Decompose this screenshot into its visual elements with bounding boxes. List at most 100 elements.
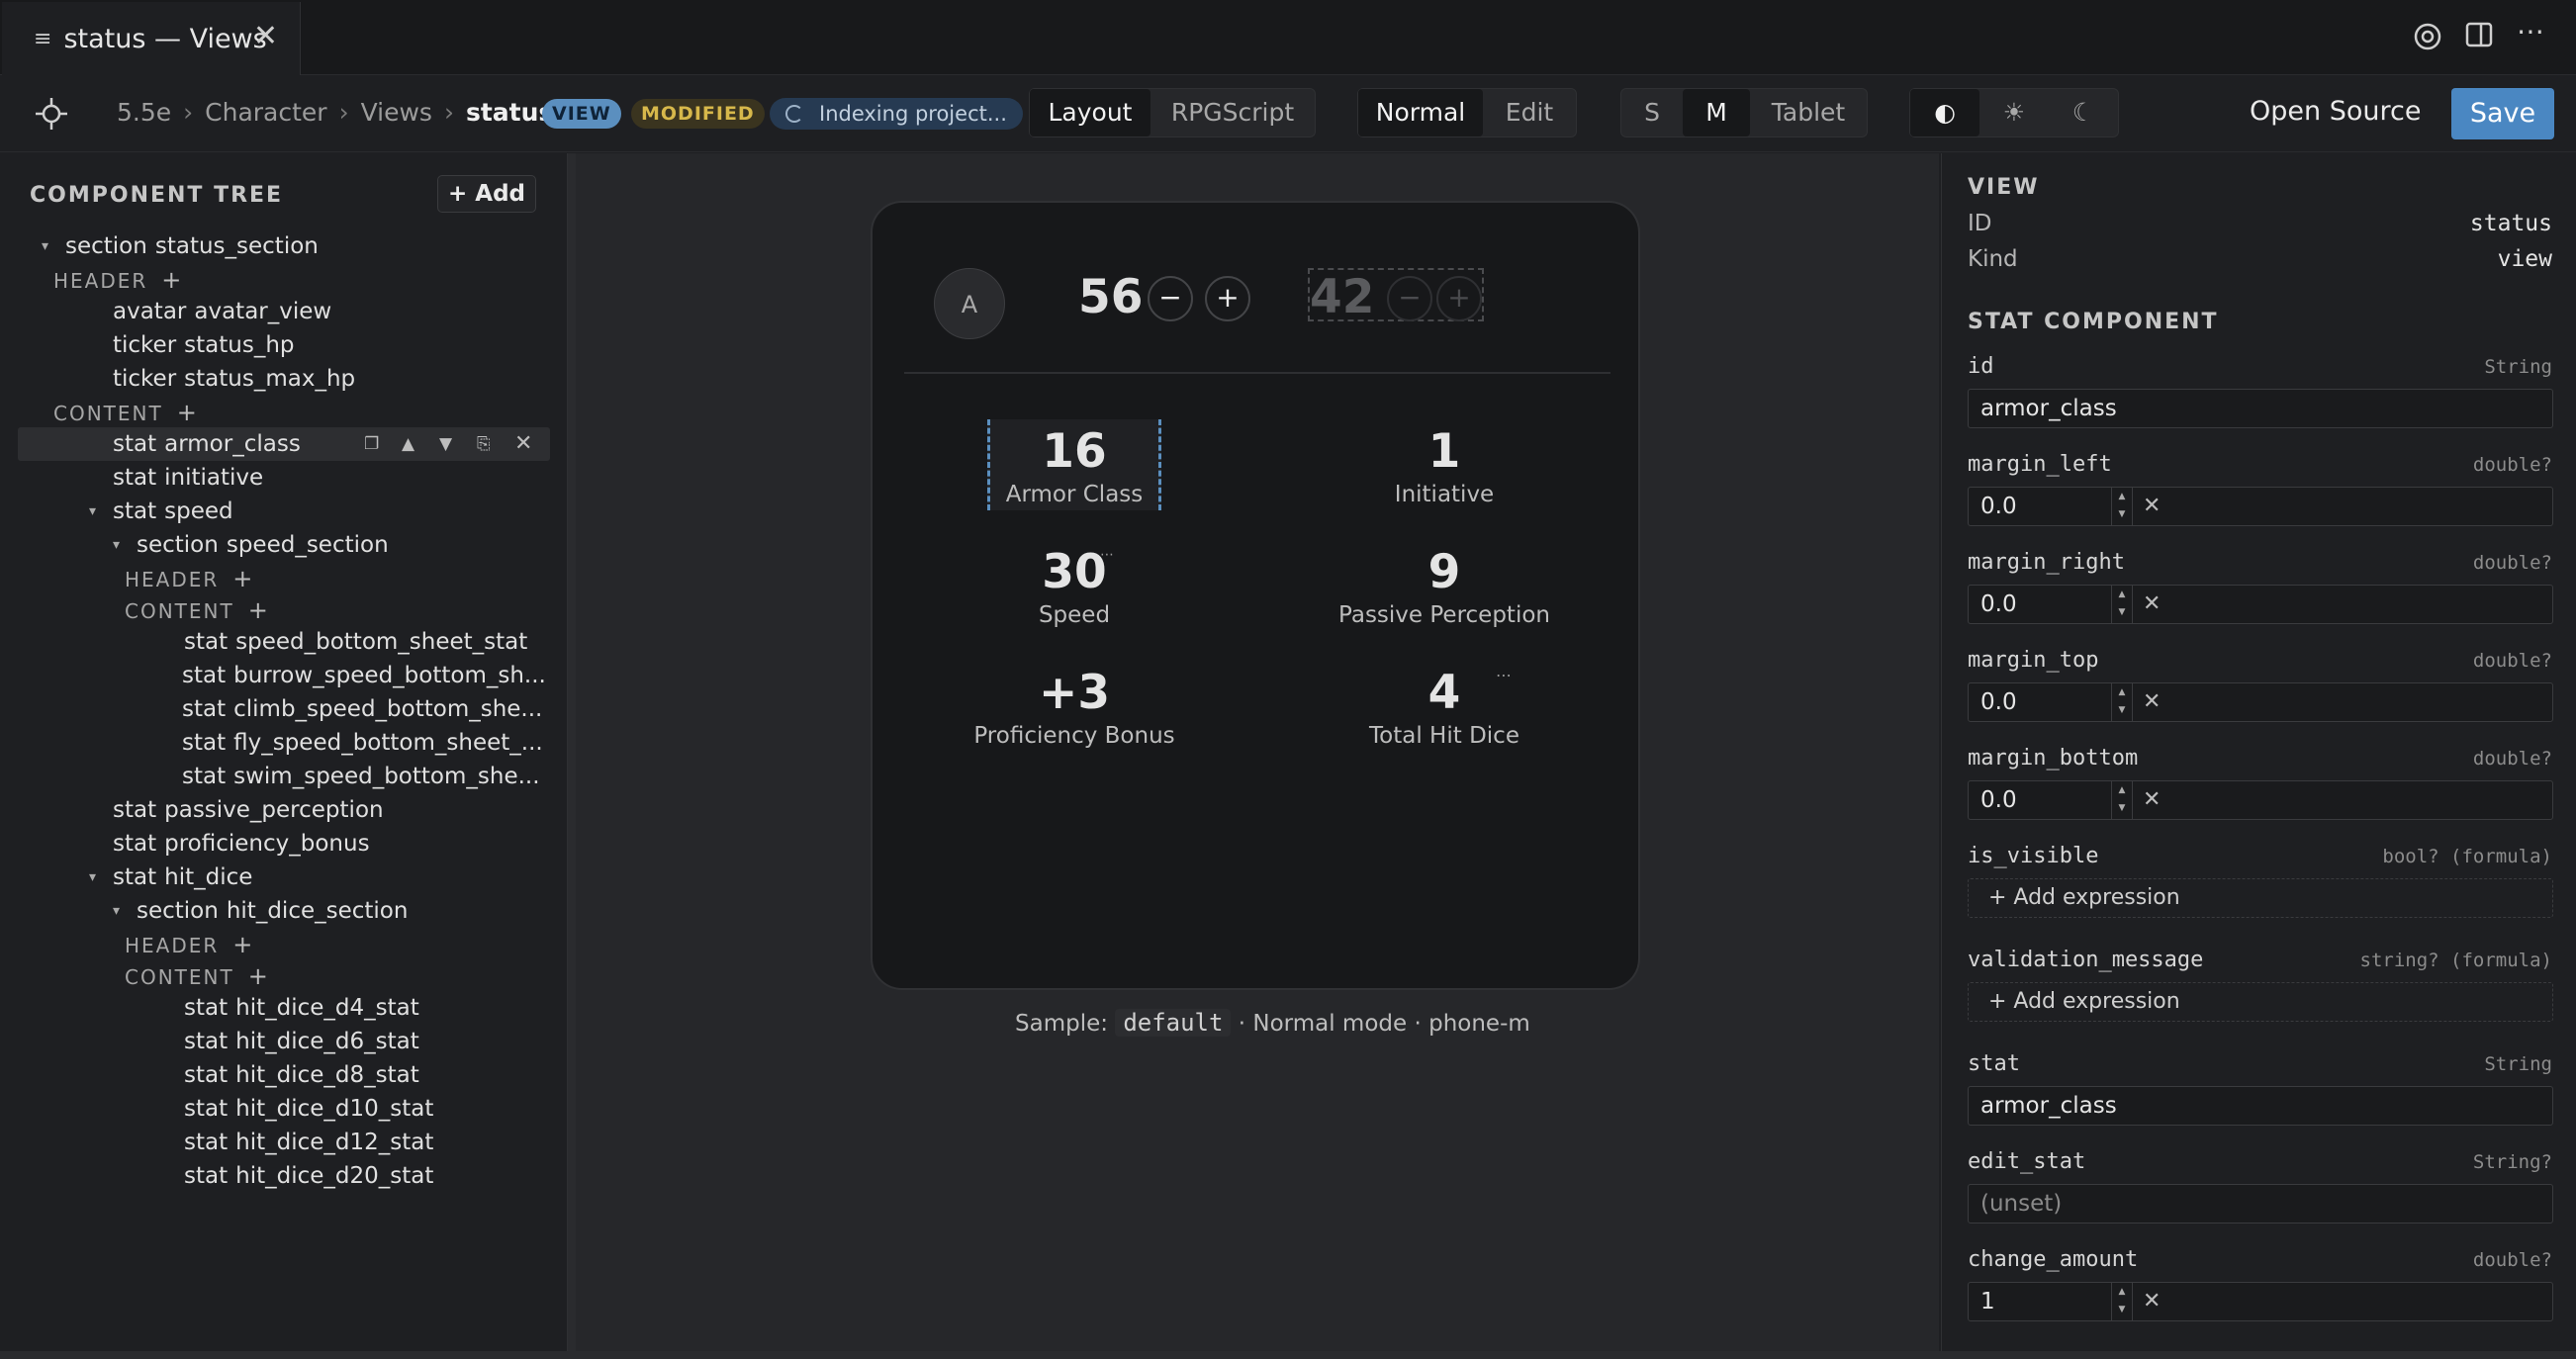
stat-total-hit-dice[interactable]: 4 Total Hit Dice bbox=[1296, 666, 1593, 751]
tree-node[interactable]: stat fly_speed_bottom_sheet_... bbox=[182, 726, 543, 760]
add-to-slot-button[interactable]: + bbox=[232, 565, 252, 592]
duplicate-icon[interactable]: ❐ bbox=[364, 427, 379, 461]
tab-normal[interactable]: Normal bbox=[1358, 89, 1483, 136]
stepper-icon[interactable]: ▲ ▼ bbox=[2111, 1283, 2133, 1320]
stat-passive-perception[interactable]: 9 Passive Perception bbox=[1296, 545, 1593, 630]
clear-icon[interactable]: ✕ bbox=[2143, 1283, 2161, 1320]
tree-node[interactable]: ▾ stat speed bbox=[89, 495, 233, 528]
more-icon[interactable]: ⋯ bbox=[1496, 666, 1512, 684]
preview-caption: Sample: default · Normal mode · phone-m bbox=[1015, 1009, 1530, 1037]
move-up-icon[interactable]: ▲ bbox=[402, 427, 414, 461]
stat-field[interactable]: armor_class bbox=[1968, 1086, 2553, 1126]
breadcrumb-item[interactable]: Views bbox=[361, 98, 432, 127]
device-size-switch: S M Tablet bbox=[1620, 88, 1868, 137]
add-to-slot-button[interactable]: + bbox=[232, 931, 252, 958]
delete-icon[interactable]: ✕ bbox=[514, 427, 532, 461]
margin-top-field[interactable]: 0.0 ▲ ▼ ✕ bbox=[1968, 682, 2553, 722]
move-down-icon[interactable]: ▼ bbox=[439, 427, 452, 461]
contrast-icon[interactable]: ◐ bbox=[1910, 89, 1979, 136]
tree-node-selected[interactable]: stat armor_class bbox=[113, 427, 301, 461]
slot-content: CONTENT + bbox=[125, 596, 268, 624]
id-field[interactable]: armor_class bbox=[1968, 389, 2553, 428]
caret-down-icon[interactable]: ▾ bbox=[89, 495, 96, 528]
stepper-icon[interactable]: ▲ ▼ bbox=[2111, 683, 2133, 721]
save-button[interactable]: Save bbox=[2451, 88, 2554, 139]
margin-right-field[interactable]: 0.0 ▲ ▼ ✕ bbox=[1968, 585, 2553, 624]
moon-icon[interactable]: ☾ bbox=[2049, 89, 2118, 136]
tree-node[interactable]: stat proficiency_bonus bbox=[113, 827, 370, 861]
crosshair-icon[interactable] bbox=[34, 96, 69, 132]
caret-down-icon[interactable]: ▾ bbox=[113, 528, 120, 562]
clear-icon[interactable]: ✕ bbox=[2143, 781, 2161, 819]
add-expression-button[interactable]: + Add expression bbox=[1968, 878, 2553, 918]
stat-proficiency-bonus[interactable]: +3 Proficiency Bonus bbox=[946, 666, 1203, 751]
size-tablet[interactable]: Tablet bbox=[1750, 89, 1867, 136]
add-component-button[interactable]: + Add bbox=[437, 175, 536, 213]
tree-node[interactable]: stat swim_speed_bottom_she... bbox=[182, 760, 540, 793]
add-to-slot-button[interactable]: + bbox=[248, 596, 268, 624]
stat-label: Passive Perception bbox=[1338, 602, 1550, 628]
panel-resizer[interactable] bbox=[568, 153, 576, 1351]
add-to-slot-button[interactable]: + bbox=[248, 962, 268, 990]
copy-icon[interactable]: ⎘ bbox=[477, 427, 491, 461]
caret-down-icon[interactable]: ▾ bbox=[113, 894, 120, 928]
open-source-button[interactable]: Open Source bbox=[2250, 96, 2421, 127]
tree-node[interactable]: stat climb_speed_bottom_she... bbox=[182, 692, 542, 726]
tab-layout[interactable]: Layout bbox=[1030, 89, 1150, 136]
tab-rpgscript[interactable]: RPGScript bbox=[1150, 89, 1315, 136]
more-icon[interactable]: ⋯ bbox=[1100, 547, 1114, 563]
tree-node[interactable]: stat passive_perception bbox=[113, 793, 384, 827]
add-to-slot-button[interactable]: + bbox=[177, 399, 197, 426]
breadcrumb-item[interactable]: 5.5e bbox=[117, 98, 171, 127]
stepper-icon[interactable]: ▲ ▼ bbox=[2111, 488, 2133, 525]
stepper-icon[interactable]: ▲ ▼ bbox=[2111, 586, 2133, 623]
tree-node[interactable]: ticker status_hp bbox=[113, 328, 295, 362]
clear-icon[interactable]: ✕ bbox=[2143, 586, 2161, 623]
caret-down-icon[interactable]: ▾ bbox=[89, 861, 96, 894]
clear-icon[interactable]: ✕ bbox=[2143, 488, 2161, 525]
tree-node[interactable]: avatar avatar_view bbox=[113, 295, 331, 328]
tree-node[interactable]: stat burrow_speed_bottom_sh... bbox=[182, 659, 546, 692]
theme-switch: ◐ ☀ ☾ bbox=[1909, 88, 2119, 137]
tree-node[interactable]: stat hit_dice_d10_stat bbox=[184, 1092, 433, 1126]
size-s[interactable]: S bbox=[1621, 89, 1683, 136]
add-expression-button[interactable]: + Add expression bbox=[1968, 982, 2553, 1022]
tab-status-views[interactable]: ≡ status — Views ✕ bbox=[2, 2, 301, 75]
avatar[interactable]: A bbox=[934, 268, 1005, 339]
tree-node[interactable]: stat initiative bbox=[113, 461, 263, 495]
change-amount-field[interactable]: 1 ▲ ▼ ✕ bbox=[1968, 1282, 2553, 1321]
hp-increment-button[interactable]: + bbox=[1205, 276, 1250, 321]
hp-value[interactable]: 56 bbox=[1078, 270, 1143, 324]
split-view-icon[interactable] bbox=[2461, 20, 2497, 55]
tree-node[interactable]: ticker status_max_hp bbox=[113, 362, 355, 396]
stat-armor-class[interactable]: 16 Armor Class bbox=[966, 424, 1183, 509]
margin-bottom-field[interactable]: 0.0 ▲ ▼ ✕ bbox=[1968, 780, 2553, 820]
tree-node[interactable]: ▾ section hit_dice_section bbox=[113, 894, 408, 928]
close-icon[interactable]: ✕ bbox=[253, 22, 278, 51]
stat-initiative[interactable]: 1 Initiative bbox=[1296, 424, 1593, 509]
hp-decrement-button[interactable]: − bbox=[1148, 276, 1193, 321]
size-m[interactable]: M bbox=[1683, 89, 1750, 136]
tree-node[interactable]: stat hit_dice_d4_stat bbox=[184, 991, 419, 1025]
tree-node[interactable]: stat hit_dice_d6_stat bbox=[184, 1025, 419, 1058]
margin-left-field[interactable]: 0.0 ▲ ▼ ✕ bbox=[1968, 487, 2553, 526]
stepper-icon[interactable]: ▲ ▼ bbox=[2111, 781, 2133, 819]
tree-node[interactable]: stat hit_dice_d12_stat bbox=[184, 1126, 433, 1159]
tab-edit[interactable]: Edit bbox=[1483, 89, 1576, 136]
tree-node[interactable]: ▾ section status_section bbox=[42, 229, 319, 263]
tree-node[interactable]: stat hit_dice_d20_stat bbox=[184, 1159, 433, 1193]
sun-icon[interactable]: ☀ bbox=[1979, 89, 2049, 136]
edit-stat-field[interactable]: (unset) bbox=[1968, 1184, 2553, 1223]
ai-assistant-icon[interactable] bbox=[2410, 20, 2445, 55]
clear-icon[interactable]: ✕ bbox=[2143, 683, 2161, 721]
caret-down-icon[interactable]: ▾ bbox=[42, 229, 48, 263]
tree-node[interactable]: stat hit_dice_d8_stat bbox=[184, 1058, 419, 1092]
more-icon[interactable]: ⋯ bbox=[2513, 14, 2548, 49]
add-to-slot-button[interactable]: + bbox=[161, 266, 181, 294]
tree-node[interactable]: stat speed_bottom_sheet_stat bbox=[184, 625, 527, 659]
tree-node[interactable]: ▾ stat hit_dice bbox=[89, 861, 252, 894]
tree-node[interactable]: ▾ section speed_section bbox=[113, 528, 389, 562]
breadcrumb-item[interactable]: Character bbox=[205, 98, 326, 127]
stat-speed[interactable]: 30 Speed bbox=[966, 545, 1183, 630]
sample-name[interactable]: default bbox=[1115, 1009, 1232, 1037]
